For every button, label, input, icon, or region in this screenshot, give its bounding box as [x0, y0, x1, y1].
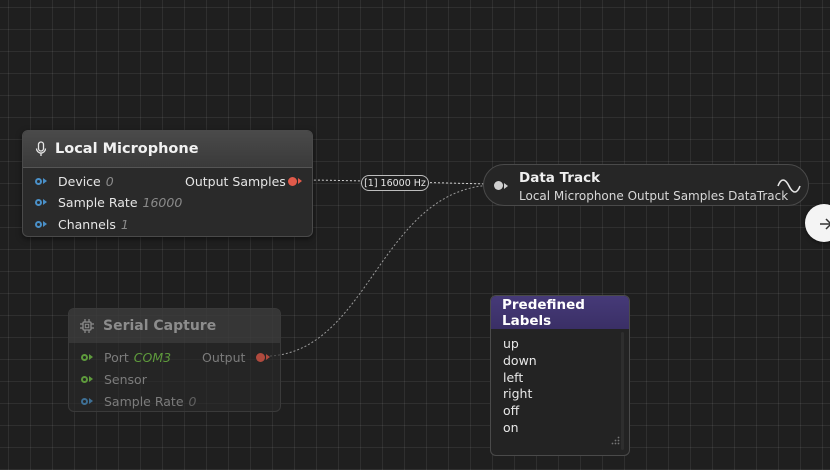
serial-capture-title: Serial Capture — [103, 318, 217, 334]
sensor-input-port[interactable] — [81, 373, 95, 385]
channels-input-port[interactable] — [35, 218, 49, 230]
data-track-input-port[interactable] — [494, 181, 508, 190]
port-input-port[interactable] — [81, 351, 95, 363]
port-row-sample-rate: Sample Rate 16000 — [23, 192, 312, 212]
serial-sample-rate-port-label: Sample Rate 0 — [104, 393, 197, 409]
serial-capture-header[interactable]: Serial Capture — [69, 309, 280, 343]
local-microphone-header[interactable]: Local Microphone — [23, 131, 312, 168]
local-microphone-node[interactable]: Local Microphone Device 0 Output Samples … — [22, 130, 313, 237]
label-item[interactable]: off — [503, 403, 537, 420]
sensor-port-label: Sensor — [104, 371, 147, 387]
sample-rate-input-port[interactable] — [35, 196, 49, 208]
chip-icon — [79, 318, 95, 334]
port-row-serial-sample-rate: Sample Rate 0 — [69, 391, 280, 411]
data-track-node[interactable]: Data Track Local Microphone Output Sampl… — [483, 164, 809, 206]
label-item[interactable]: on — [503, 420, 537, 437]
serial-sample-rate-input-port[interactable] — [81, 395, 95, 407]
go-to-track-button[interactable] — [805, 204, 830, 242]
label-item[interactable]: up — [503, 336, 537, 353]
labels-scrollbar[interactable] — [621, 332, 624, 450]
port-row-port: Port COM3 Output — [69, 347, 280, 367]
microphone-icon — [35, 141, 47, 157]
port-row-device: Device 0 Output Samples — [23, 171, 312, 191]
label-item[interactable]: left — [503, 370, 537, 387]
waveform-icon — [777, 177, 801, 199]
port-port-label: Port COM3 — [104, 349, 172, 365]
predefined-labels-title: Predefined Labels — [502, 296, 585, 329]
device-input-port[interactable] — [35, 175, 49, 187]
predefined-labels-header[interactable]: Predefined Labels — [491, 296, 629, 329]
device-port-label: Device 0 — [58, 173, 114, 189]
serial-output-port[interactable] — [256, 351, 270, 363]
predefined-labels-list[interactable]: up down left right off on — [503, 336, 537, 437]
output-samples-port[interactable] — [288, 175, 302, 187]
data-track-title: Data Track — [519, 170, 601, 186]
label-item[interactable]: right — [503, 386, 537, 403]
data-track-subtitle: Local Microphone Output Samples DataTrac… — [519, 189, 789, 203]
serial-capture-node[interactable]: Serial Capture Port COM3 Output Sensor Sa… — [68, 308, 281, 412]
port-row-channels: Channels 1 — [23, 214, 312, 234]
resize-grip-icon[interactable] — [611, 430, 620, 449]
local-microphone-title: Local Microphone — [55, 141, 199, 157]
arrow-right-icon — [819, 216, 830, 235]
serial-output-label: Output — [202, 349, 246, 365]
connection-rate-badge[interactable]: [1] 16000 Hz — [361, 175, 429, 191]
channels-port-label: Channels 1 — [58, 216, 129, 232]
output-samples-label: Output Samples — [185, 173, 286, 189]
port-row-sensor: Sensor — [69, 369, 280, 389]
sample-rate-port-label: Sample Rate 16000 — [58, 194, 183, 210]
predefined-labels-node[interactable]: Predefined Labels up down left right off… — [490, 295, 630, 456]
label-item[interactable]: down — [503, 353, 537, 370]
